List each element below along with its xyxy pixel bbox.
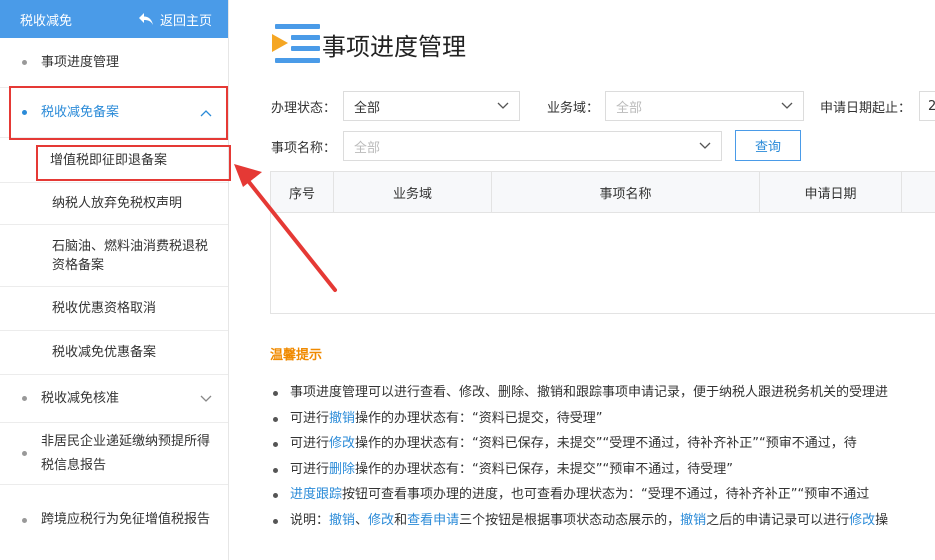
table-body-empty (271, 213, 935, 313)
sidebar-subitem-cancel-qualification[interactable]: 税收优惠资格取消 (0, 287, 228, 331)
column-header-index: 序号 (271, 172, 334, 212)
tip-text: 可进行 (290, 410, 330, 426)
sidebar-item-tax-filing[interactable]: 税收减免备案 (0, 88, 228, 138)
date-range-input[interactable]: 2 (919, 91, 935, 121)
tip-text: 操作的办理状态有：“资料已保存，未提交”“预审不通过，待受理” (355, 461, 733, 477)
tip-text: 说明： (290, 512, 330, 528)
sidebar-subitem-label: 增值税即征即退备案 (50, 152, 168, 168)
title-row: 事项进度管理 (270, 22, 466, 66)
tip-text: 可进行 (290, 461, 330, 477)
main-content: 事项进度管理 办理状态： 全部 业务域： 全部 申请日期起止： 2 事项名称： … (230, 0, 935, 560)
sidebar-subitem-naphtha-refund[interactable]: 石脑油、燃料油消费税退税资格备案 (0, 225, 228, 287)
back-home-button[interactable]: 返回主页 (138, 10, 212, 29)
status-label: 办理状态： (271, 101, 337, 116)
sidebar-item-crossborder-report[interactable]: 跨境应税行为免征增值税报告 (0, 485, 228, 555)
date-range-label: 申请日期起止： (820, 101, 912, 116)
tip-action-link[interactable]: 查看申请 (407, 513, 459, 528)
sidebar-item-nonresident-report[interactable]: 非居民企业递延缴纳预提所得税信息报告 (0, 423, 228, 485)
bullet-icon (22, 517, 27, 523)
column-header-domain: 业务域 (334, 172, 492, 212)
bullet-icon (22, 396, 27, 401)
sidebar-item-progress[interactable]: 事项进度管理 (0, 38, 228, 88)
item-name-select[interactable]: 全部 (343, 131, 722, 161)
domain-select-placeholder: 全部 (616, 100, 643, 116)
back-home-label: 返回主页 (159, 13, 212, 29)
status-select-value: 全部 (354, 100, 381, 116)
sidebar-item-label: 税收减免核准 (41, 390, 120, 406)
sidebar-subitem-label: 石脑油、燃料油消费税退税资格备案 (52, 238, 209, 273)
tip-text: 操 (875, 512, 889, 528)
chevron-down-icon (781, 102, 793, 109)
sidebar-item-tax-approval[interactable]: 税收减免核准 (0, 375, 228, 423)
column-header-apply-date: 申请日期 (760, 172, 902, 212)
tips-list: 事项进度管理可以进行查看、修改、删除、撤销和跟踪事项申请记录，便于纳税人跟进税务… (270, 380, 935, 533)
tip-item: 进度跟踪按钮可查看事项办理的进度，也可查看办理状态为：“受理不通过，待补齐补正”… (270, 482, 935, 508)
tip-text: 和 (394, 512, 408, 528)
tip-text: 、 (355, 512, 369, 528)
sidebar-subitem-waive-exemption[interactable]: 纳税人放弃免税权声明 (0, 183, 228, 225)
tip-item: 可进行删除操作的办理状态有：“资料已保存，未提交”“预审不通过，待受理” (270, 457, 935, 483)
column-header-extra (902, 172, 935, 212)
tip-text: 可进行 (290, 436, 330, 451)
tip-text: 操作的办理状态有：“资料已保存，未提交”“受理不通过，待补齐补正”“预审不通过，… (355, 436, 857, 451)
item-name-placeholder: 全部 (354, 140, 381, 156)
tip-action-link[interactable]: 撤销 (329, 411, 355, 426)
chevron-down-icon (200, 395, 212, 402)
tip-text: 三个按钮是根据事项状态动态展示的， (459, 512, 681, 528)
tips-title: 温馨提示 (270, 348, 323, 363)
tip-text: 操作的办理状态有：“资料已提交，待受理” (355, 410, 603, 426)
sidebar-item-label: 跨境应税行为免征增值税报告 (41, 512, 211, 527)
sidebar-header: 税收减免 返回主页 (0, 0, 228, 38)
bullet-icon (22, 451, 27, 456)
bullet-icon (22, 110, 27, 115)
sidebar: 税收减免 返回主页 事项进度管理 税收减免备案 增值税即征即退备案 纳税人放弃免… (0, 0, 229, 560)
page-title: 事项进度管理 (322, 32, 466, 61)
tip-item: 事项进度管理可以进行查看、修改、删除、撤销和跟踪事项申请记录，便于纳税人跟进税务… (270, 380, 935, 406)
tip-text: 之后的申请记录可以进行 (706, 512, 850, 528)
result-table: 序号 业务域 事项名称 申请日期 (270, 171, 935, 314)
tip-action-link[interactable]: 撤销 (329, 513, 355, 528)
sidebar-subitem-label: 税收优惠资格取消 (52, 301, 157, 316)
tip-action-link[interactable]: 修改 (329, 436, 355, 451)
tip-item: 可进行撤销操作的办理状态有：“资料已提交，待受理” (270, 406, 935, 432)
status-select[interactable]: 全部 (343, 91, 520, 121)
tip-action-link[interactable]: 删除 (329, 462, 355, 477)
sidebar-item-label: 非居民企业递延缴纳预提所得税信息报告 (41, 433, 211, 473)
sidebar-subitem-label: 纳税人放弃免税权声明 (52, 196, 183, 211)
tip-action-link[interactable]: 进度跟踪 (290, 487, 342, 502)
query-button[interactable]: 查询 (735, 130, 801, 161)
tip-text: 事项进度管理可以进行查看、修改、删除、撤销和跟踪事项申请记录，便于纳税人跟进税务… (290, 385, 889, 400)
tip-item: 可进行修改操作的办理状态有：“资料已保存，未提交”“受理不通过，待补齐补正”“预… (270, 431, 935, 457)
tip-text: 按钮可查看事项办理的进度，也可查看办理状态为：“受理不通过，待补齐补正”“预审不… (342, 487, 870, 502)
sidebar-subitem-label: 税收减免优惠备案 (52, 345, 157, 360)
tip-action-link[interactable]: 修改 (368, 513, 394, 528)
column-header-item-name: 事项名称 (492, 172, 760, 212)
tip-item: 说明：撤销、修改和查看申请三个按钮是根据事项状态动态展示的，撤销之后的申请记录可… (270, 508, 935, 534)
sidebar-subitem-vat-refund[interactable]: 增值税即征即退备案 (0, 138, 228, 183)
sidebar-title: 税收减免 (20, 13, 73, 29)
domain-label: 业务域： (547, 101, 600, 116)
back-arrow-icon (138, 13, 153, 25)
tip-action-link[interactable]: 修改 (849, 513, 875, 528)
chevron-down-icon (699, 142, 711, 149)
progress-list-icon (272, 24, 320, 63)
domain-select[interactable]: 全部 (605, 91, 804, 121)
sidebar-item-label: 税收减免备案 (41, 104, 120, 120)
date-range-value: 2 (928, 98, 935, 114)
sidebar-item-label: 事项进度管理 (41, 54, 120, 70)
chevron-up-icon (200, 109, 212, 116)
bullet-icon (22, 60, 27, 65)
tip-action-link[interactable]: 撤销 (680, 513, 706, 528)
item-name-label: 事项名称： (271, 141, 337, 156)
chevron-down-icon (497, 102, 509, 109)
sidebar-subitem-preferential-filing[interactable]: 税收减免优惠备案 (0, 331, 228, 375)
table-header: 序号 业务域 事项名称 申请日期 (271, 172, 935, 213)
